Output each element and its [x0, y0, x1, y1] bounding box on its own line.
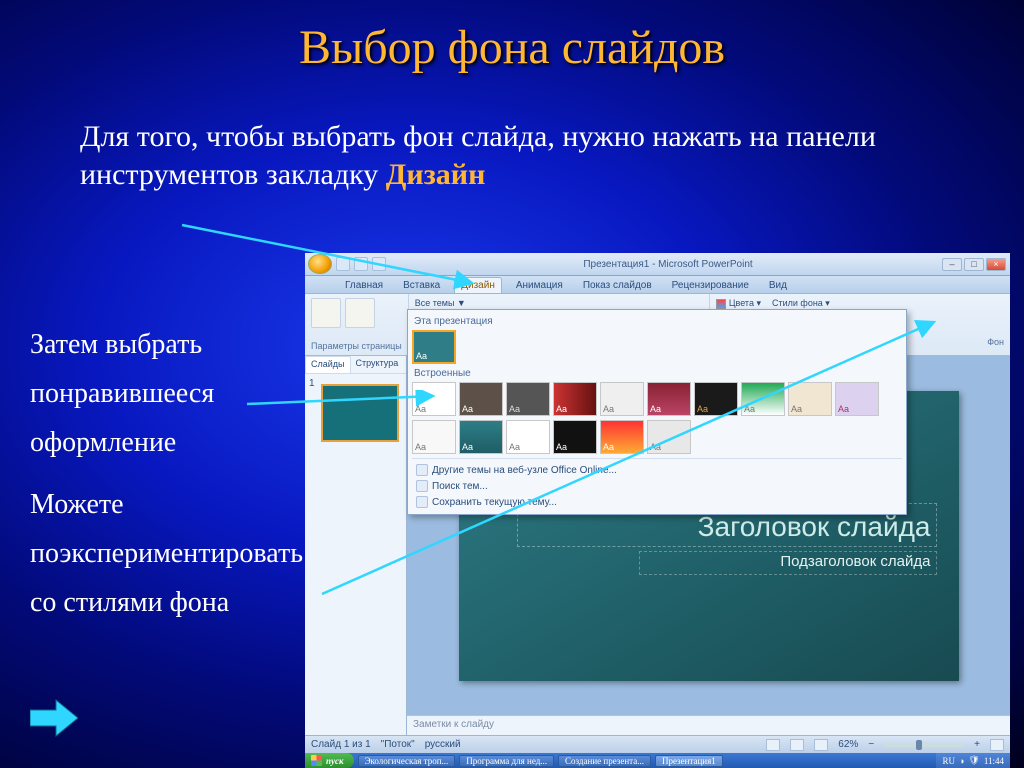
theme-thumb[interactable]: Aa — [600, 382, 644, 416]
slide-number: 1 — [309, 378, 315, 389]
globe-icon — [416, 464, 428, 476]
theme-thumb[interactable]: Aa — [647, 382, 691, 416]
fit-window-button[interactable] — [990, 739, 1004, 751]
group-label-page-setup: Параметры страницы — [311, 341, 402, 351]
save-icon — [416, 496, 428, 508]
maximize-button[interactable]: □ — [964, 258, 984, 271]
page-setup-button[interactable] — [311, 298, 341, 328]
view-normal-button[interactable] — [766, 739, 780, 751]
zoom-in-button[interactable]: + — [974, 739, 980, 750]
quick-access-toolbar — [336, 257, 386, 271]
theme-thumb[interactable]: Aa — [788, 382, 832, 416]
paragraph-1: Для того, чтобы выбрать фон слайда, нужн… — [80, 118, 940, 193]
powerpoint-screenshot: Презентация1 - Microsoft PowerPoint – □ … — [305, 253, 1010, 753]
taskbar-item[interactable]: Экологическая троп... — [358, 755, 456, 767]
gallery-section-this-pres: Эта презентация — [414, 316, 902, 327]
tab-insert[interactable]: Вставка — [397, 278, 446, 293]
tab-animation[interactable]: Анимация — [510, 278, 569, 293]
colors-dropdown[interactable]: Цвета ▾ — [729, 298, 761, 309]
theme-thumb[interactable]: Aa — [459, 382, 503, 416]
slide-title: Выбор фона слайдов — [0, 20, 1024, 75]
next-slide-arrow[interactable] — [30, 698, 78, 738]
outline-tab-outline[interactable]: Структура — [351, 356, 404, 373]
theme-thumb[interactable]: Aa — [506, 382, 550, 416]
theme-thumb[interactable]: Aa — [459, 420, 503, 454]
start-button[interactable]: пуск — [305, 753, 354, 768]
browse-label: Поиск тем... — [432, 481, 488, 492]
minimize-button[interactable]: – — [942, 258, 962, 271]
view-slideshow-button[interactable] — [814, 739, 828, 751]
system-tray: RU ◑ 🛡 11:44 — [936, 753, 1010, 768]
all-themes-dropdown[interactable]: Все темы ▼ — [415, 298, 703, 308]
taskbar-item[interactable]: Создание презента... — [558, 755, 651, 767]
status-language: русский — [425, 739, 461, 750]
qat-save-button[interactable] — [336, 257, 350, 271]
tray-clock[interactable]: 11:44 — [984, 756, 1004, 766]
gallery-footer: Другие темы на веб-узле Office Online...… — [412, 458, 902, 510]
qat-redo-button[interactable] — [372, 257, 386, 271]
tab-slideshow[interactable]: Показ слайдов — [577, 278, 658, 293]
start-label: пуск — [326, 756, 344, 766]
zoom-out-button[interactable]: − — [868, 739, 874, 750]
theme-thumb[interactable]: Aa — [600, 420, 644, 454]
status-bar: Слайд 1 из 1 "Поток" русский 62% − + — [305, 735, 1010, 753]
theme-thumb[interactable]: Aa — [835, 382, 879, 416]
notes-pane[interactable]: Заметки к слайду — [407, 715, 1010, 735]
paragraph-3: Можете поэкспериментировать со стилями ф… — [30, 480, 320, 627]
tab-design[interactable]: Дизайн — [454, 277, 502, 293]
para1-highlight: Дизайн — [386, 158, 486, 191]
taskbar-item[interactable]: Программа для нед... — [459, 755, 554, 767]
qat-undo-button[interactable] — [354, 257, 368, 271]
tab-view[interactable]: Вид — [763, 278, 793, 293]
title-placeholder-text: Заголовок слайда — [698, 511, 931, 543]
browse-themes[interactable]: Поиск тем... — [412, 478, 902, 494]
slide-thumbnail[interactable] — [321, 384, 399, 442]
office-button[interactable] — [308, 254, 332, 274]
theme-thumb[interactable]: Aa — [412, 382, 456, 416]
tab-home[interactable]: Главная — [339, 278, 389, 293]
save-theme-label: Сохранить текущую тему... — [432, 497, 557, 508]
subtitle-placeholder-text: Подзаголовок слайда — [780, 553, 930, 570]
theme-thumb[interactable]: Aa — [694, 382, 738, 416]
status-slide-count: Слайд 1 из 1 — [311, 739, 371, 750]
more-online-label: Другие темы на веб-узле Office Online... — [432, 465, 617, 476]
slide-orientation-button[interactable] — [345, 298, 375, 328]
zoom-level: 62% — [838, 739, 858, 750]
ribbon-tabs: Главная Вставка Дизайн Анимация Показ сл… — [305, 276, 1010, 294]
outline-tabs: Слайды Структура — [305, 356, 406, 374]
window-controls: – □ × — [942, 258, 1006, 271]
status-theme: "Поток" — [381, 739, 415, 750]
taskbar-item-active[interactable]: Презентация1 — [655, 755, 723, 767]
window-titlebar: Презентация1 - Microsoft PowerPoint – □ … — [305, 253, 1010, 276]
tab-review[interactable]: Рецензирование — [666, 278, 755, 293]
ribbon-group-page-setup: Параметры страницы — [305, 294, 409, 355]
theme-thumb[interactable]: Aa — [741, 382, 785, 416]
windows-taskbar: пуск Экологическая троп... Программа для… — [305, 753, 1010, 768]
bg-styles-dropdown[interactable]: Стили фона ▾ — [772, 298, 830, 309]
tray-icon[interactable]: 🛡 — [968, 755, 979, 766]
tray-icon[interactable]: ◑ — [959, 756, 964, 766]
view-sorter-button[interactable] — [790, 739, 804, 751]
gallery-section-builtin: Встроенные — [414, 368, 902, 379]
theme-thumb[interactable]: Aa — [647, 420, 691, 454]
theme-thumb[interactable]: Aa — [553, 420, 597, 454]
windows-logo-icon — [311, 755, 322, 766]
colors-swatches-icon — [716, 299, 726, 309]
outline-tab-slides[interactable]: Слайды — [305, 356, 351, 373]
slides-outline-pane: Слайды Структура 1 — [305, 356, 407, 735]
theme-thumb[interactable]: Aa — [412, 420, 456, 454]
close-button[interactable]: × — [986, 258, 1006, 271]
theme-thumb[interactable]: Aa — [412, 330, 456, 364]
paragraph-2: Затем выбрать понравившееся оформление — [30, 320, 300, 467]
save-current-theme[interactable]: Сохранить текущую тему... — [412, 494, 902, 510]
window-title: Презентация1 - Microsoft PowerPoint — [394, 259, 942, 270]
arrow-right-icon — [30, 698, 78, 738]
more-themes-online[interactable]: Другие темы на веб-узле Office Online... — [412, 462, 902, 478]
theme-thumb[interactable]: Aa — [506, 420, 550, 454]
zoom-slider[interactable] — [884, 743, 964, 747]
folder-icon — [416, 480, 428, 492]
tray-lang[interactable]: RU — [942, 756, 955, 766]
themes-gallery: Эта презентация Aa Встроенные Aa Aa Aa A… — [407, 309, 907, 515]
theme-thumb[interactable]: Aa — [553, 382, 597, 416]
